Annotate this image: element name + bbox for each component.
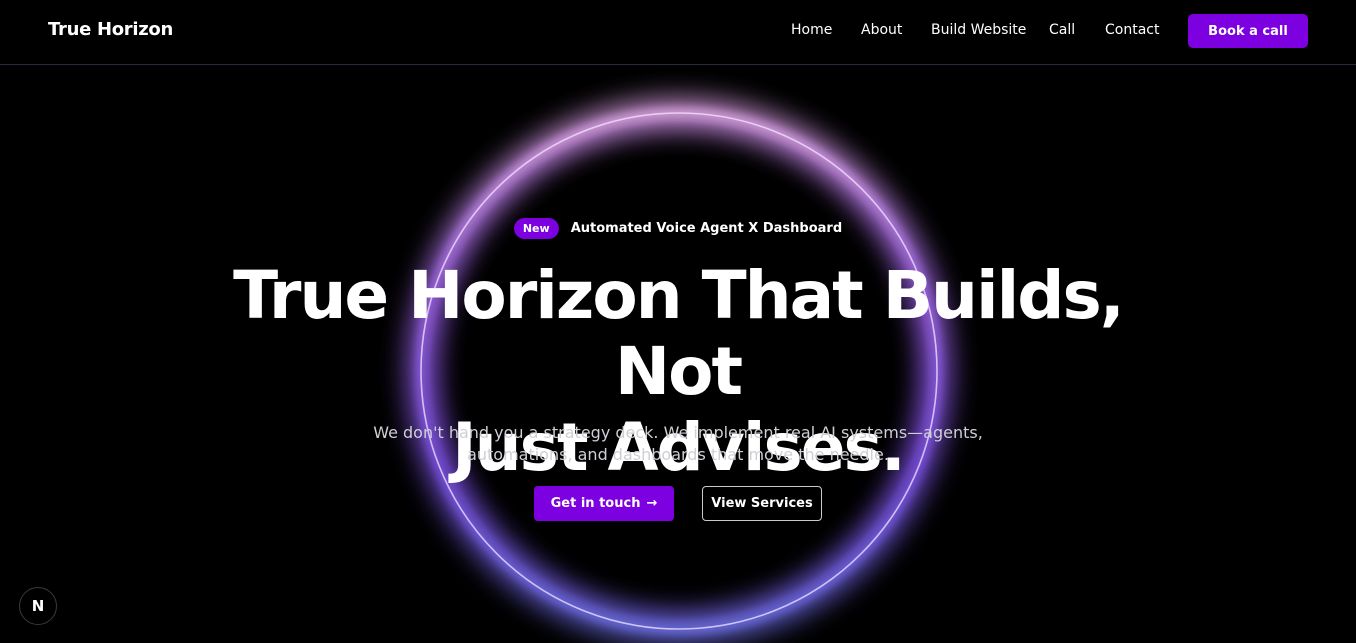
nav-contact[interactable]: Contact — [1105, 22, 1159, 38]
hero-section: New Automated Voice Agent X Dashboard Tr… — [0, 0, 1356, 643]
nav-build-website[interactable]: Build Website — [931, 22, 1026, 38]
subtitle-line-1: We don't hand you a strategy deck. We im… — [373, 423, 983, 442]
page: True Horizon Home About Build Website Ca… — [0, 0, 1356, 643]
subtitle-line-2: automations, and dashboards that move th… — [467, 445, 889, 464]
nav-home[interactable]: Home — [791, 22, 832, 38]
nav-about[interactable]: About — [861, 22, 902, 38]
announcement[interactable]: New Automated Voice Agent X Dashboard — [0, 218, 1356, 239]
next-logo-icon[interactable]: N — [19, 587, 57, 625]
new-badge: New — [513, 218, 559, 239]
nav-call[interactable]: Call — [1049, 22, 1075, 38]
arrow-right-icon: → — [646, 496, 658, 511]
book-call-button[interactable]: Book a call — [1188, 14, 1308, 48]
main-nav: Home About Build Website Call Contact — [0, 22, 1356, 42]
announcement-text: Automated Voice Agent X Dashboard — [570, 221, 843, 236]
get-in-touch-button[interactable]: Get in touch → — [534, 486, 674, 521]
headline-line-1: True Horizon That Builds, Not — [233, 257, 1125, 410]
site-header: True Horizon Home About Build Website Ca… — [0, 0, 1356, 65]
get-in-touch-label: Get in touch — [550, 496, 641, 511]
hero-subtitle: We don't hand you a strategy deck. We im… — [328, 422, 1028, 466]
view-services-button[interactable]: View Services — [702, 486, 822, 521]
